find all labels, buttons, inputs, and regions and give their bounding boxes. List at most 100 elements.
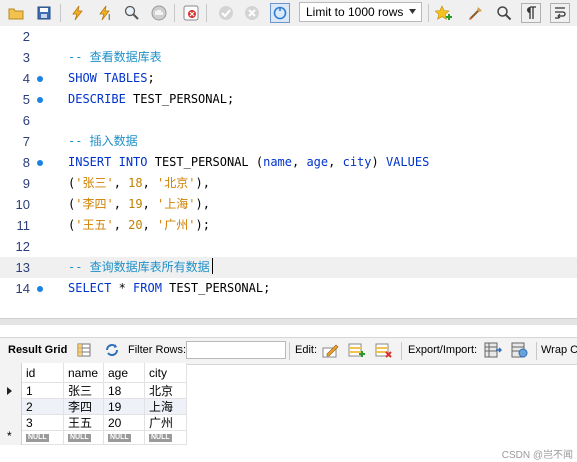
grid-cell[interactable]: 张三: [64, 383, 104, 399]
grid-cell[interactable]: 18: [104, 383, 145, 399]
delete-row-icon[interactable]: [375, 342, 393, 358]
grid-cell[interactable]: 1: [22, 383, 64, 399]
grid-view-icon[interactable]: [76, 342, 92, 358]
refresh-icon[interactable]: [104, 342, 120, 358]
execute-current-icon[interactable]: I: [96, 3, 116, 23]
limit-rows-select[interactable]: Limit to 1000 rows: [299, 2, 422, 22]
line-number: 8: [22, 155, 30, 170]
filter-rows-input[interactable]: [186, 341, 286, 359]
wrap-icon[interactable]: [550, 3, 570, 23]
bookmark-icon[interactable]: [434, 3, 454, 23]
line-number: 2: [22, 29, 30, 44]
new-row[interactable]: * NULL NULL NULL NULL: [0, 429, 187, 445]
result-grid[interactable]: id name age city 1 张三 18 北京 2 李四 19 上海 3…: [0, 363, 187, 453]
invisible-chars-icon[interactable]: [521, 3, 541, 23]
code-comment: -- 插入数据: [68, 134, 138, 148]
grid-cell-null[interactable]: NULL: [104, 431, 145, 445]
autocommit-icon[interactable]: [270, 3, 290, 23]
editor-line: 12: [0, 236, 577, 257]
explain-icon[interactable]: [122, 3, 142, 23]
panel-splitter[interactable]: [0, 318, 577, 325]
column-header[interactable]: name: [64, 363, 104, 383]
line-number: 12: [15, 239, 30, 254]
editor-line: 2: [0, 26, 577, 47]
line-number: 6: [22, 113, 30, 128]
stop-icon[interactable]: [149, 3, 169, 23]
commit-icon[interactable]: [216, 3, 236, 23]
editor-line-current: 13 -- 查询数据库表所有数据: [0, 257, 577, 278]
code-comment: -- 查看数据库表: [68, 50, 162, 64]
code-text: SELECT * FROM TEST_PERSONAL;: [68, 281, 271, 295]
grid-cell[interactable]: 19: [104, 399, 145, 415]
export-icon[interactable]: [484, 342, 502, 358]
editor-line: 6: [0, 110, 577, 131]
statement-marker-icon: [37, 160, 43, 166]
edit-label: Edit:: [295, 344, 318, 356]
editor-line: 11 ('王五', 20, '广州');: [0, 215, 577, 236]
statement-marker-icon: [37, 76, 43, 82]
grid-cell-null[interactable]: NULL: [22, 431, 64, 445]
statement-marker-icon: [37, 97, 43, 103]
current-row-arrow-icon: [7, 387, 12, 395]
new-row-asterisk-icon: *: [7, 429, 12, 443]
watermark: CSDN @岂不闻: [501, 450, 573, 461]
line-number: 14: [15, 281, 30, 296]
editor-line: 4 SHOW TABLES;: [0, 68, 577, 89]
editor-line: 7 -- 插入数据: [0, 131, 577, 152]
grid-cell[interactable]: 2: [22, 399, 64, 415]
code-comment: -- 查询数据库表所有数据: [68, 257, 213, 278]
column-header[interactable]: id: [22, 363, 64, 383]
text-cursor: [211, 258, 213, 274]
null-badge: NULL: [108, 433, 131, 442]
wrap-cell-label[interactable]: Wrap C: [541, 344, 577, 356]
open-folder-icon[interactable]: [6, 3, 26, 23]
column-header[interactable]: age: [104, 363, 145, 383]
row-selector[interactable]: *: [0, 429, 22, 445]
sql-editor[interactable]: 2 3 -- 查看数据库表 4 SHOW TABLES; 5 DESCRIBE …: [0, 26, 577, 308]
editor-line: 9 ('张三', 18, '北京'),: [0, 173, 577, 194]
column-header[interactable]: city: [145, 363, 187, 383]
grid-cell[interactable]: 3: [22, 415, 64, 431]
code-text: DESCRIBE TEST_PERSONAL;: [68, 92, 235, 106]
result-toolbar: Result Grid Filter Rows: Edit: Export/Im…: [0, 337, 577, 365]
grid-cell-null[interactable]: NULL: [64, 431, 104, 445]
editor-line: 3 -- 查看数据库表: [0, 47, 577, 68]
grid-cell[interactable]: 北京: [145, 383, 187, 399]
row-selector[interactable]: [0, 399, 22, 415]
insert-row-icon[interactable]: [348, 342, 366, 358]
grid-cell[interactable]: 广州: [145, 415, 187, 431]
import-icon[interactable]: [511, 342, 529, 358]
line-number: 9: [22, 176, 30, 191]
editor-line: 10 ('李四', 19, '上海'),: [0, 194, 577, 215]
table-row[interactable]: 2 李四 19 上海: [0, 399, 187, 415]
line-number: 10: [15, 197, 30, 212]
svg-text:I: I: [108, 13, 110, 21]
null-badge: NULL: [149, 433, 172, 442]
code-text: INSERT INTO TEST_PERSONAL (name, age, ci…: [68, 155, 430, 169]
grid-cell[interactable]: 王五: [64, 415, 104, 431]
find-icon[interactable]: [494, 3, 514, 23]
execute-icon[interactable]: [68, 3, 88, 23]
table-row[interactable]: 1 张三 18 北京: [0, 383, 187, 399]
row-selector[interactable]: [0, 383, 22, 399]
limit-select-value: Limit to 1000 rows: [306, 5, 404, 19]
code-text: ('王五', 20, '广州');: [68, 218, 210, 232]
table-row[interactable]: 3 王五 20 广州: [0, 415, 187, 431]
toggle-error-icon[interactable]: [181, 3, 201, 23]
code-text: SHOW TABLES;: [68, 71, 155, 85]
grid-cell-null[interactable]: NULL: [145, 431, 187, 445]
filter-rows-label: Filter Rows:: [128, 344, 187, 356]
save-icon[interactable]: [34, 3, 54, 23]
grid-cell[interactable]: 上海: [145, 399, 187, 415]
null-badge: NULL: [68, 433, 91, 442]
statement-marker-icon: [37, 286, 43, 292]
beautify-icon[interactable]: [466, 3, 486, 23]
edit-row-icon[interactable]: [322, 342, 340, 358]
grid-cell[interactable]: 20: [104, 415, 145, 431]
code-text: ('李四', 19, '上海'),: [68, 197, 210, 211]
grid-cell[interactable]: 李四: [64, 399, 104, 415]
line-number: 4: [22, 71, 30, 86]
result-grid-tab[interactable]: Result Grid: [8, 344, 67, 356]
sql-editor-toolbar: I Limit to 1000 rows: [0, 0, 577, 27]
rollback-icon[interactable]: [242, 3, 262, 23]
